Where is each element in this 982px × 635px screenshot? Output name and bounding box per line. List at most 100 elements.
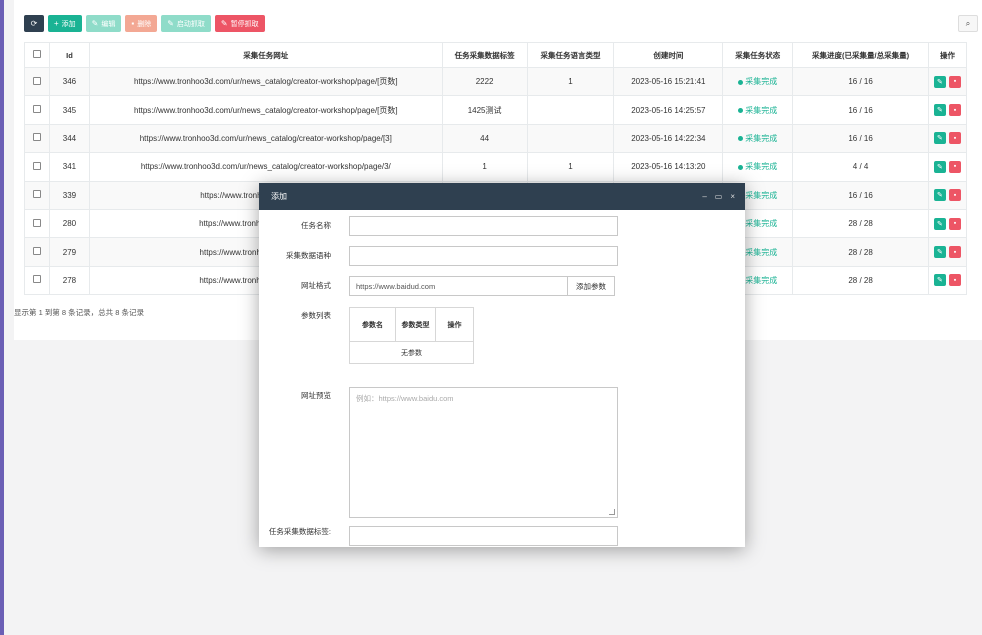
cell-created: 2023-05-16 14:25:57: [613, 95, 724, 125]
table-row[interactable]: 344 https://www.tronhoo3d.com/ur/news_ca…: [24, 123, 968, 154]
row-delete-button[interactable]: ▪: [948, 104, 961, 117]
left-sidebar-edge: [0, 0, 4, 635]
table-row[interactable]: 345 https://www.tronhoo3d.com/ur/news_ca…: [24, 95, 968, 125]
search-button[interactable]: ⌕: [958, 15, 978, 32]
cell-id: 280: [48, 208, 90, 239]
status-text: 采集完成: [745, 105, 778, 115]
cell-progress: 16 / 16: [792, 180, 929, 210]
cell-url: https://www.tronhoo3d.com/ur/news_catalo…: [88, 66, 443, 97]
row-checkbox[interactable]: [32, 161, 41, 170]
url-format-input[interactable]: https://www.baidud.com: [349, 276, 568, 296]
pencil-icon: ✎: [220, 18, 228, 28]
cell-created: 2023-05-16 14:13:20: [613, 152, 724, 182]
row-checkbox[interactable]: [32, 76, 41, 85]
row-delete-button[interactable]: ▪: [948, 246, 961, 259]
header-url[interactable]: 采集任务网址: [88, 42, 443, 68]
row-delete-button[interactable]: ▪: [948, 217, 961, 230]
row-edit-button[interactable]: ✎: [933, 160, 946, 173]
row-edit-button[interactable]: ✎: [933, 75, 946, 88]
row-edit-button[interactable]: ✎: [933, 217, 946, 230]
cell-progress: 16 / 16: [792, 66, 929, 97]
tag-label: 任务采集数据标签:: [268, 527, 331, 536]
cell-progress: 4 / 4: [792, 152, 929, 182]
cell-id: 339: [48, 180, 90, 210]
dialog-header[interactable]: 添加 – ▭ ×: [259, 183, 745, 210]
resize-grip-icon[interactable]: [609, 509, 615, 515]
status-badge: 采集完成: [722, 66, 794, 97]
stop-crawl-label: 暂停抓取: [230, 20, 259, 28]
row-delete-button[interactable]: ▪: [948, 132, 961, 145]
plus-icon: +: [54, 18, 59, 28]
row-checkbox[interactable]: [32, 247, 41, 256]
toolbar: ⟳ + 添加 ✎ 编辑 ▪ 删除 ✎ 启动抓取 ✎ 暂停抓取: [24, 15, 265, 33]
cell-tag: 1425测试: [441, 95, 528, 125]
lang-row: 采集数据语种: [259, 246, 618, 266]
add-button[interactable]: + 添加: [48, 15, 82, 32]
status-dot-icon: [738, 164, 744, 170]
table-row[interactable]: 341 https://www.tronhoo3d.com/ur/news_ca…: [24, 152, 968, 182]
header-tag[interactable]: 任务采集数据标签: [441, 42, 528, 68]
url-preview-textarea[interactable]: 例如：https://www.baidu.com: [349, 387, 618, 518]
task-name-input[interactable]: [349, 216, 618, 236]
row-edit-button[interactable]: ✎: [933, 246, 946, 259]
row-checkbox[interactable]: [32, 190, 41, 199]
param-header-type: 参数类型: [395, 307, 436, 342]
refresh-icon: ⟳: [30, 18, 38, 28]
edit-button[interactable]: ✎ 编辑: [85, 15, 122, 32]
header-created[interactable]: 创建时间: [613, 42, 724, 68]
lang-input[interactable]: [349, 246, 618, 266]
status-badge: 采集完成: [722, 95, 794, 125]
header-id[interactable]: Id: [48, 42, 90, 68]
url-format-label: 网址格式: [301, 281, 331, 290]
cell-id: 341: [48, 152, 90, 182]
row-checkbox[interactable]: [32, 275, 41, 284]
row-edit-button[interactable]: ✎: [933, 189, 946, 202]
cell-id: 278: [48, 265, 90, 296]
row-delete-button[interactable]: ▪: [948, 274, 961, 287]
status-text: 采集完成: [745, 190, 778, 200]
cell-lang: 1: [526, 66, 615, 97]
row-delete-button[interactable]: ▪: [948, 189, 961, 202]
status-dot-icon: [738, 107, 744, 113]
header-actions: 操作: [927, 42, 968, 68]
minimize-icon[interactable]: –: [702, 192, 706, 201]
window-controls: – ▭ ×: [702, 192, 735, 201]
add-button-label: 添加: [61, 20, 76, 28]
status-text: 采集完成: [745, 77, 778, 87]
delete-button[interactable]: ▪ 删除: [125, 15, 158, 32]
row-checkbox[interactable]: [32, 218, 41, 227]
maximize-icon[interactable]: ▭: [715, 192, 723, 201]
select-all-checkbox[interactable]: [32, 50, 41, 58]
delete-button-label: 删除: [137, 20, 152, 28]
row-delete-button[interactable]: ▪: [948, 160, 961, 173]
status-badge: 采集完成: [722, 152, 794, 182]
lang-label: 采集数据语种: [286, 251, 331, 260]
refresh-button[interactable]: ⟳: [24, 15, 44, 32]
row-edit-button[interactable]: ✎: [933, 274, 946, 287]
row-delete-button[interactable]: ▪: [948, 75, 961, 88]
row-edit-button[interactable]: ✎: [933, 132, 946, 145]
status-text: 采集完成: [745, 133, 778, 143]
tag-input[interactable]: [349, 526, 618, 546]
header-status[interactable]: 采集任务状态: [722, 42, 794, 68]
add-param-button[interactable]: 添加参数: [567, 276, 615, 296]
param-list-row: 参数列表 参数名 参数类型 操作 无参数: [259, 307, 474, 364]
row-checkbox[interactable]: [32, 133, 41, 142]
stop-crawl-button[interactable]: ✎ 暂停抓取: [214, 15, 265, 32]
header-lang[interactable]: 采集任务语言类型: [526, 42, 615, 68]
cell-lang: [526, 95, 615, 125]
cell-lang: [526, 123, 615, 154]
row-checkbox[interactable]: [32, 105, 41, 114]
header-progress[interactable]: 采集进度(已采集量/总采集量): [792, 42, 929, 68]
search-icon: ⌕: [965, 18, 971, 28]
row-edit-button[interactable]: ✎: [933, 104, 946, 117]
cell-id: 346: [48, 66, 90, 97]
close-icon[interactable]: ×: [730, 192, 735, 201]
start-crawl-button[interactable]: ✎ 启动抓取: [161, 15, 211, 32]
param-list-label: 参数列表: [301, 311, 331, 320]
cell-id: 345: [48, 95, 90, 125]
table-row[interactable]: 346 https://www.tronhoo3d.com/ur/news_ca…: [24, 66, 968, 97]
pencil-icon: ✎: [167, 18, 174, 28]
status-dot-icon: [738, 136, 744, 142]
preview-label: 网址预览: [301, 391, 331, 400]
